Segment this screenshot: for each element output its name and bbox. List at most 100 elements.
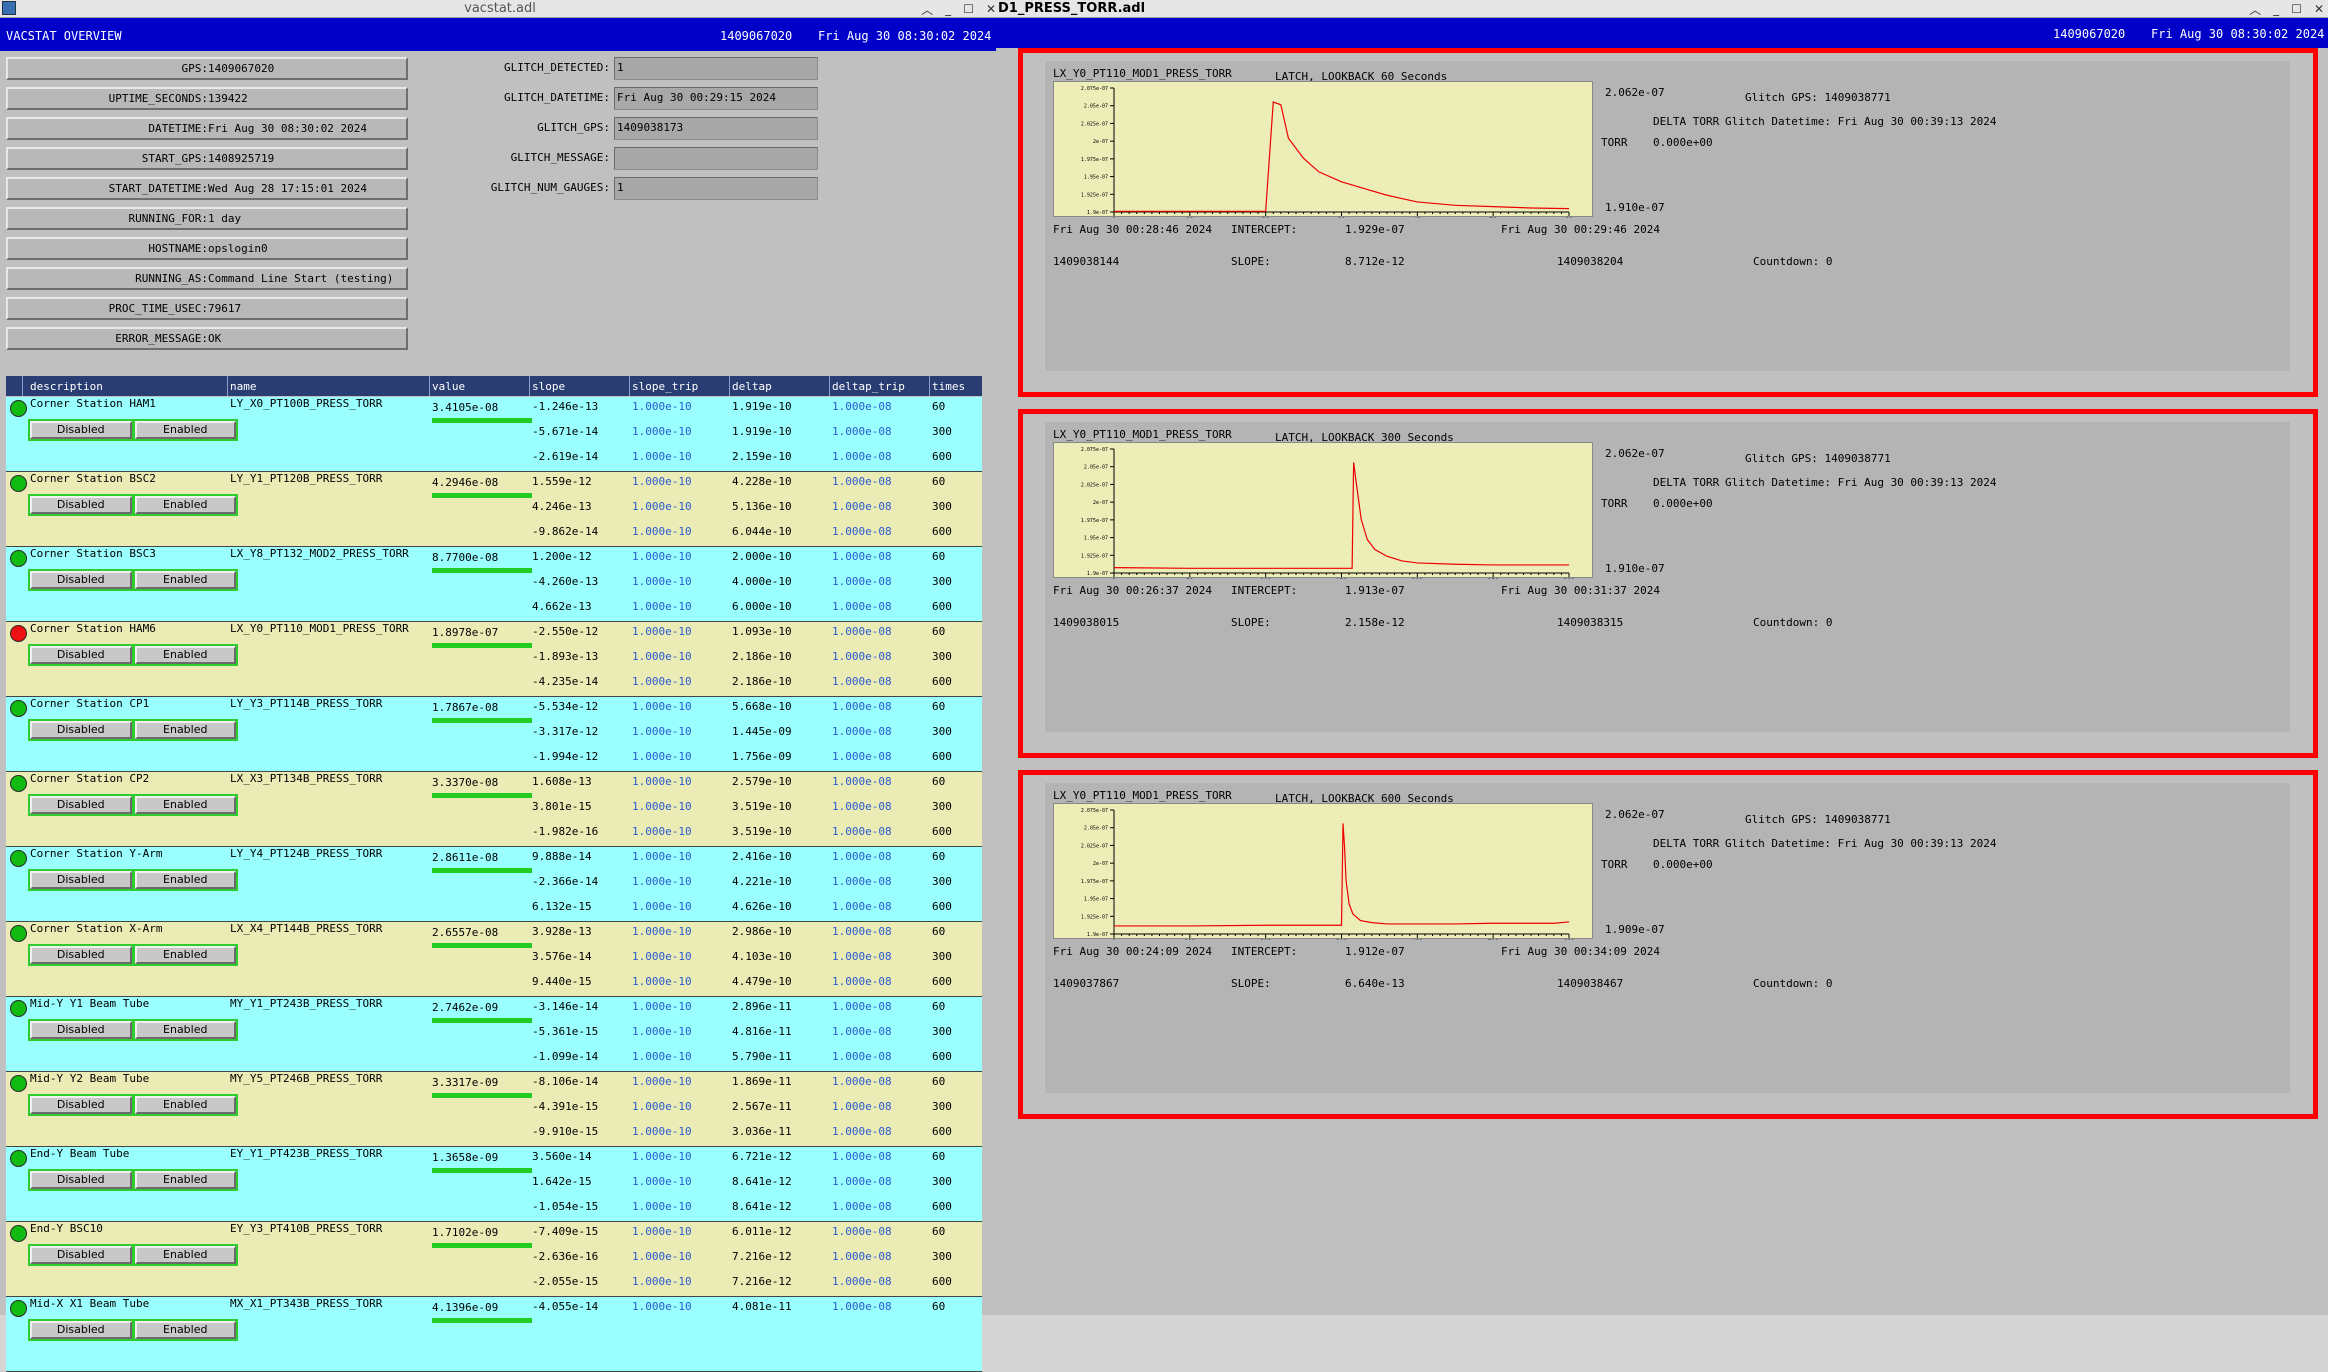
pressure-trace-line: [1113, 462, 1569, 569]
disabled-button[interactable]: Disabled: [30, 1096, 132, 1114]
col-description: description: [30, 380, 103, 393]
row-deltap: 5.136e-10: [732, 500, 792, 513]
disabled-button[interactable]: Disabled: [30, 496, 132, 514]
row-description: Corner Station BSC3: [30, 547, 156, 560]
row-times: 600: [932, 525, 952, 538]
enabled-button[interactable]: Enabled: [134, 1096, 236, 1114]
gps-end: 1409038315: [1557, 616, 1624, 629]
row-slope: -1.982e-16: [532, 825, 599, 838]
table-row: End-Y BSC10 EY_Y3_PT410B_PRESS_TORR 1.7102…: [6, 1222, 982, 1297]
value-bar: [432, 493, 532, 498]
enabled-button[interactable]: Enabled: [134, 946, 236, 964]
enable-toggle: Disabled Enabled: [28, 1244, 238, 1266]
row-deltap-trip: 1.000e-08: [832, 475, 892, 488]
status-field-value: 1409067020: [208, 62, 275, 75]
plot-area: 2.075e-07 2.05e-07 2.025e-07 2e-07 1.975e-07…: [1053, 81, 1593, 218]
row-value: 1.7867e-08: [432, 701, 499, 714]
status-field: RUNNING_AS: Command Line Start (testing): [6, 267, 408, 290]
row-slope-trip: 1.000e-10: [632, 550, 692, 563]
value-bar: [432, 1018, 532, 1023]
status-field: START_GPS: 1408925719: [6, 147, 408, 170]
row-slope-trip: 1.000e-10: [632, 575, 692, 588]
y-tick-label: 2.05e-07: [1084, 104, 1108, 110]
disabled-button[interactable]: Disabled: [30, 871, 132, 889]
enabled-button[interactable]: Enabled: [134, 421, 236, 439]
disabled-button[interactable]: Disabled: [30, 1246, 132, 1264]
gauge-name: LX_Y0_PT110_MOD1_PRESS_TORR: [1053, 789, 1232, 802]
status-field-label: UPTIME_SECONDS:: [108, 92, 208, 105]
unit-label: TORR: [1601, 858, 1628, 871]
disabled-button[interactable]: Disabled: [30, 571, 132, 589]
disabled-button[interactable]: Disabled: [30, 721, 132, 739]
disabled-button[interactable]: Disabled: [30, 1321, 132, 1339]
row-times: 300: [932, 725, 952, 738]
delta-value: 0.000e+00: [1653, 497, 1713, 510]
status-field: START_DATETIME: Wed Aug 28 17:15:01 2024: [6, 177, 408, 200]
row-times: 60: [932, 475, 946, 488]
glitch-field-value-box: Fri Aug 30 00:29:15 2024: [614, 87, 818, 110]
status-field-value: Wed Aug 28 17:15:01 2024: [208, 182, 367, 195]
col-deltap-trip: deltap_trip: [832, 380, 905, 393]
enabled-button[interactable]: Enabled: [134, 571, 236, 589]
glitch-datetime: Glitch Datetime: Fri Aug 30 00:39:13 202…: [1725, 115, 1997, 128]
row-description: Corner Station CP2: [30, 772, 150, 785]
disabled-button[interactable]: Disabled: [30, 1171, 132, 1189]
header-time: Fri Aug 30 08:30:02 2024: [818, 29, 992, 43]
enable-toggle: Disabled Enabled: [28, 494, 238, 516]
row-slope-trip: 1.000e-10: [632, 675, 692, 688]
disabled-button[interactable]: Disabled: [30, 646, 132, 664]
row-deltap: 4.000e-10: [732, 575, 792, 588]
maximize-icon[interactable]: ☐: [2291, 2, 2302, 16]
y-tick-label: 1.975e-07: [1081, 518, 1108, 524]
disabled-button[interactable]: Disabled: [30, 421, 132, 439]
row-value: 2.6557e-08: [432, 926, 499, 939]
enabled-button[interactable]: Enabled: [134, 721, 236, 739]
row-slope: 3.928e-13: [532, 925, 592, 938]
enabled-button[interactable]: Enabled: [134, 1021, 236, 1039]
y-tick-label: 1.975e-07: [1081, 879, 1108, 885]
enabled-button[interactable]: Enabled: [134, 496, 236, 514]
row-slope: -2.550e-12: [532, 625, 599, 638]
row-times: 300: [932, 800, 952, 813]
row-deltap: 1.445e-09: [732, 725, 792, 738]
time-start: Fri Aug 30 00:26:37 2024: [1053, 584, 1212, 597]
close-icon[interactable]: ✕: [986, 2, 996, 16]
chevron-up-icon[interactable]: ︿: [921, 1, 933, 18]
minimize-icon[interactable]: _: [2273, 2, 2279, 16]
row-description: Corner Station BSC2: [30, 472, 156, 485]
row-slope: -5.671e-14: [532, 425, 599, 438]
disabled-button[interactable]: Disabled: [30, 796, 132, 814]
enabled-button[interactable]: Enabled: [134, 871, 236, 889]
row-slope-trip: 1.000e-10: [632, 625, 692, 638]
row-slope-trip: 1.000e-10: [632, 1100, 692, 1113]
table-row: End-Y Beam Tube EY_Y1_PT423B_PRESS_TORR 1.…: [6, 1147, 982, 1222]
row-description: Mid-Y Y1 Beam Tube: [30, 997, 150, 1010]
row-slope-trip: 1.000e-10: [632, 1275, 692, 1288]
enabled-button[interactable]: Enabled: [134, 1321, 236, 1339]
disabled-button[interactable]: Disabled: [30, 1021, 132, 1039]
row-slope: -2.055e-15: [532, 1275, 599, 1288]
status-field-value: 79617: [208, 302, 242, 315]
close-icon[interactable]: ✕: [2314, 2, 2324, 16]
glitch-gps: Glitch GPS: 1409038771: [1745, 813, 1891, 826]
row-deltap-trip: 1.000e-08: [832, 625, 892, 638]
status-indicator-icon: [10, 775, 27, 792]
chevron-up-icon[interactable]: ︿: [2249, 1, 2261, 18]
status-indicator-icon: [10, 1300, 27, 1317]
y-tick-label: 1.95e-07: [1084, 536, 1108, 542]
status-indicator-icon: [10, 925, 27, 942]
y-max-label: 2.062e-07: [1605, 447, 1665, 460]
row-description: Corner Station HAM1: [30, 397, 156, 410]
row-times: 300: [932, 650, 952, 663]
enabled-button[interactable]: Enabled: [134, 646, 236, 664]
enabled-button[interactable]: Enabled: [134, 1246, 236, 1264]
enabled-button[interactable]: Enabled: [134, 1171, 236, 1189]
enabled-button[interactable]: Enabled: [134, 796, 236, 814]
trend-panel-body: LX_Y0_PT110_MOD1_PRESS_TORR LATCH, LOOKBA…: [1045, 61, 2290, 371]
minimize-icon[interactable]: _: [945, 2, 951, 16]
status-field: HOSTNAME: opslogin0: [6, 237, 408, 260]
row-deltap-trip: 1.000e-08: [832, 725, 892, 738]
table-row: Corner Station Y-Arm LY_Y4_PT124B_PRESS_T…: [6, 847, 982, 922]
maximize-icon[interactable]: ☐: [963, 2, 974, 16]
disabled-button[interactable]: Disabled: [30, 946, 132, 964]
